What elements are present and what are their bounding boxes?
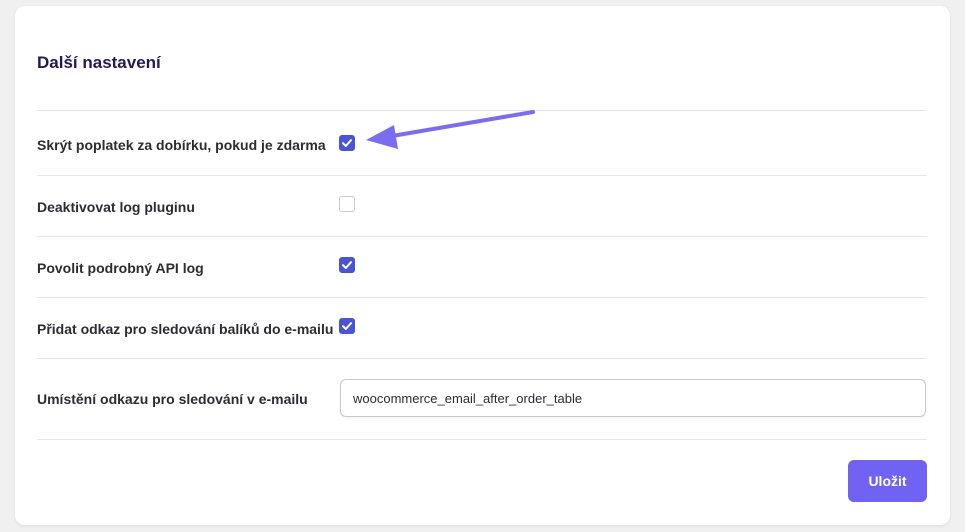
hide-cod-fee-checkbox[interactable]: [339, 135, 355, 151]
checkmark-icon: [342, 322, 352, 330]
tracking-link-position-label: Umístění odkazu pro sledování v e-mailu: [37, 391, 308, 407]
divider: [37, 110, 927, 111]
section-title: Další nastavení: [37, 53, 161, 72]
setting-label-hide-cod-fee: Skrýt poplatek za dobírku, pokud je zdar…: [37, 137, 326, 153]
divider: [37, 297, 927, 298]
setting-label-disable-plugin-log: Deaktivovat log pluginu: [37, 199, 195, 215]
save-button[interactable]: Uložit: [848, 460, 927, 502]
tracking-link-email-checkbox[interactable]: [339, 318, 355, 334]
divider: [37, 236, 927, 237]
disable-plugin-log-checkbox[interactable]: [339, 196, 355, 212]
tracking-link-position-input[interactable]: [340, 379, 926, 417]
checkmark-icon: [342, 261, 352, 269]
divider: [37, 358, 927, 359]
setting-label-tracking-link-email: Přidat odkaz pro sledování balíků do e-m…: [37, 321, 334, 337]
verbose-api-log-checkbox[interactable]: [339, 257, 355, 273]
divider: [37, 439, 927, 440]
setting-label-verbose-api-log: Povolit podrobný API log: [37, 260, 204, 276]
divider: [37, 175, 927, 176]
settings-card: Další nastavení Skrýt poplatek za dobírk…: [15, 6, 950, 525]
checkmark-icon: [342, 139, 352, 147]
